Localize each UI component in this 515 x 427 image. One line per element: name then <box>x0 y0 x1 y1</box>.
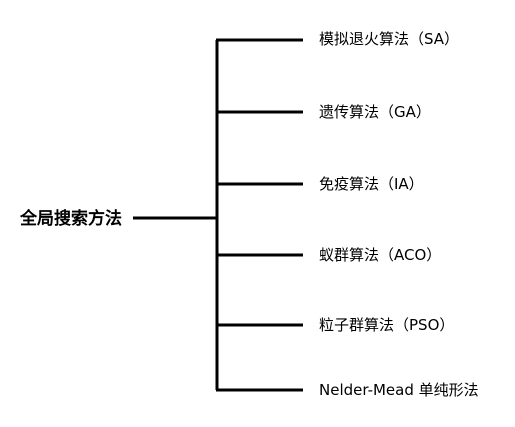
leaf-label-nelder-mead: Nelder-Mead 单纯形法 <box>319 381 479 399</box>
leaf-label-aco: 蚁群算法（ACO） <box>319 246 442 264</box>
leaf-label-ga: 遗传算法（GA） <box>319 103 431 121</box>
leaf-label-ia: 免疫算法（IA） <box>319 175 424 193</box>
root-node-label: 全局搜索方法 <box>20 209 122 229</box>
leaf-label-pso: 粒子群算法（PSO） <box>319 316 455 334</box>
leaf-label-sa: 模拟退火算法（SA） <box>319 30 460 48</box>
